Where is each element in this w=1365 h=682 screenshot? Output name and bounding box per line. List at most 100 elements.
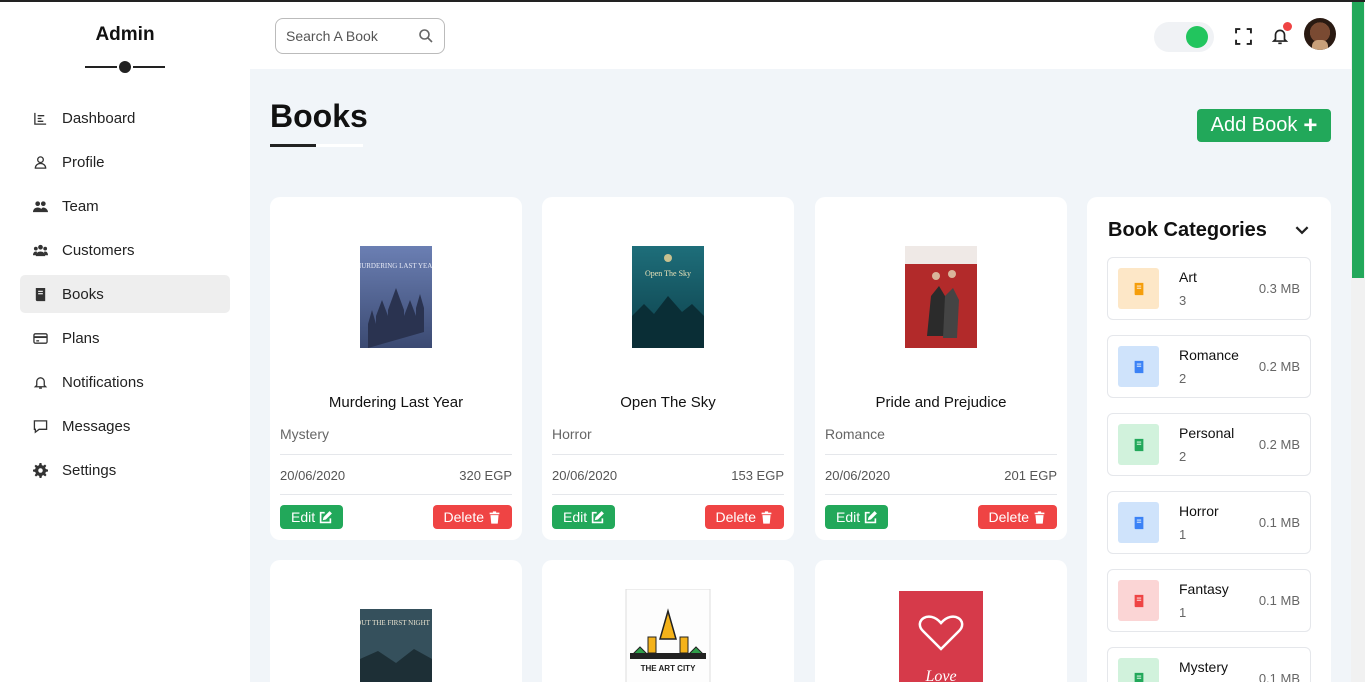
divider xyxy=(552,454,784,455)
top-header xyxy=(250,2,1351,69)
book-icon xyxy=(1134,282,1143,295)
sidebar-item-label: Notifications xyxy=(62,373,144,391)
book-cover-image: THE ART CITY xyxy=(625,589,711,682)
category-count: 2 xyxy=(1179,449,1187,464)
trash-icon xyxy=(489,510,500,524)
brand-title: Admin xyxy=(95,24,155,45)
sidebar-item-label: Messages xyxy=(62,417,131,435)
fullscreen-icon[interactable] xyxy=(1233,26,1253,46)
book-cover-image: Open The Sky xyxy=(632,246,704,348)
category-name: Horror xyxy=(1179,503,1219,519)
sidebar-item-profile[interactable]: Profile xyxy=(20,143,230,181)
edit-label: Edit xyxy=(836,509,861,525)
category-icon-box xyxy=(1118,424,1159,465)
book-card: Pride and Prejudice Romance 20/06/2020 2… xyxy=(815,197,1067,540)
category-name: Mystery xyxy=(1179,659,1228,675)
sidebar-item-customers[interactable]: Customers xyxy=(20,231,230,269)
book-title: Open The Sky xyxy=(620,394,716,411)
cover-text: MURDERING LAST YEAR xyxy=(360,262,432,270)
sidebar-item-messages[interactable]: Messages xyxy=(20,407,230,445)
category-item[interactable]: Mystery 0.1 MB xyxy=(1107,647,1311,682)
sidebar-item-settings[interactable]: Settings xyxy=(20,451,230,489)
book-price: 153 EGP xyxy=(731,468,784,483)
edit-label: Edit xyxy=(563,509,588,525)
edit-button[interactable]: Edit xyxy=(280,505,344,529)
message-icon xyxy=(32,418,48,434)
category-item[interactable]: Art 3 0.3 MB xyxy=(1107,257,1311,320)
category-item[interactable]: Personal 2 0.2 MB xyxy=(1107,413,1311,476)
edit-button[interactable]: Edit xyxy=(825,505,889,529)
delete-button[interactable]: Delete xyxy=(432,505,512,529)
sidebar-item-books[interactable]: Books xyxy=(20,275,230,313)
category-item[interactable]: Romance 2 0.2 MB xyxy=(1107,335,1311,398)
sidebar-item-plans[interactable]: Plans xyxy=(20,319,230,357)
sidebar: Admin Dashboard Profile Team Customers B… xyxy=(0,2,250,682)
sidebar-item-label: Team xyxy=(62,197,99,215)
category-item[interactable]: Fantasy 1 0.1 MB xyxy=(1107,569,1311,632)
toggle-knob xyxy=(1186,26,1208,48)
plus-icon: + xyxy=(1303,111,1318,139)
book-icon xyxy=(1134,516,1143,529)
book-icon xyxy=(1134,360,1143,373)
sidebar-item-label: Settings xyxy=(62,461,117,479)
book-icon xyxy=(1134,594,1143,607)
category-size: 0.1 MB xyxy=(1258,593,1300,608)
delete-label: Delete xyxy=(988,509,1029,525)
book-card: ABOUT THE FIRST NIGHT 1999 xyxy=(270,560,522,682)
sidebar-item-label: Plans xyxy=(62,329,100,347)
chevron-down-icon[interactable] xyxy=(1293,221,1311,239)
trash-icon xyxy=(1034,510,1045,524)
scrollbar[interactable] xyxy=(1351,2,1365,682)
avatar[interactable] xyxy=(1304,18,1336,50)
chart-icon xyxy=(32,110,48,126)
book-categories-panel: Book Categories Art 3 0.3 MB Romance 2 0… xyxy=(1087,197,1331,682)
book-price: 201 EGP xyxy=(1004,468,1057,483)
book-card: Open The Sky Open The Sky Horror 20/06/2… xyxy=(542,197,794,540)
category-name: Romance xyxy=(1179,347,1239,363)
bell-icon xyxy=(32,374,48,390)
search-input[interactable] xyxy=(286,28,406,44)
book-cover-image xyxy=(905,246,977,348)
category-name: Fantasy xyxy=(1179,581,1229,597)
edit-button[interactable]: Edit xyxy=(552,505,616,529)
category-icon-box xyxy=(1118,346,1159,387)
category-size: 0.2 MB xyxy=(1258,359,1300,374)
credit-card-icon xyxy=(32,330,48,346)
book-card: THE ART CITY xyxy=(542,560,794,682)
scrollbar-thumb[interactable] xyxy=(1352,2,1364,278)
cover-text: THE ART CITY xyxy=(641,664,696,673)
gear-icon xyxy=(32,462,48,478)
divider xyxy=(280,494,512,495)
delete-label: Delete xyxy=(443,509,484,525)
delete-button[interactable]: Delete xyxy=(977,505,1057,529)
add-book-button[interactable]: Add Book + xyxy=(1197,109,1331,142)
category-icon-box xyxy=(1118,580,1159,621)
divider xyxy=(825,494,1057,495)
delete-label: Delete xyxy=(715,509,756,525)
book-cover-image: Love xyxy=(899,591,983,682)
sidebar-item-team[interactable]: Team xyxy=(20,187,230,225)
cover-text: Open The Sky xyxy=(645,269,691,278)
search-box[interactable] xyxy=(275,18,445,54)
sidebar-item-notifications[interactable]: Notifications xyxy=(20,363,230,401)
category-name: Personal xyxy=(1179,425,1235,441)
category-count: 1 xyxy=(1179,527,1187,542)
categories-title: Book Categories xyxy=(1108,219,1267,241)
sidebar-item-dashboard[interactable]: Dashboard xyxy=(20,99,230,137)
book-icon xyxy=(1134,438,1143,451)
book-cover-image: MURDERING LAST YEAR xyxy=(360,246,432,348)
page-title: Books xyxy=(270,98,368,134)
search-icon[interactable] xyxy=(418,28,434,44)
notification-badge xyxy=(1283,22,1292,31)
theme-toggle[interactable] xyxy=(1154,22,1214,52)
category-size: 0.1 MB xyxy=(1258,671,1300,682)
category-item[interactable]: Horror 1 0.1 MB xyxy=(1107,491,1311,554)
team-icon xyxy=(32,198,48,214)
delete-button[interactable]: Delete xyxy=(704,505,784,529)
cover-text: Love xyxy=(924,668,956,682)
book-price: 320 EGP xyxy=(459,468,512,483)
notification-bell-icon[interactable] xyxy=(1270,22,1292,46)
add-book-label: Add Book xyxy=(1210,114,1298,136)
sidebar-item-label: Books xyxy=(62,285,104,303)
book-genre: Romance xyxy=(825,426,885,442)
